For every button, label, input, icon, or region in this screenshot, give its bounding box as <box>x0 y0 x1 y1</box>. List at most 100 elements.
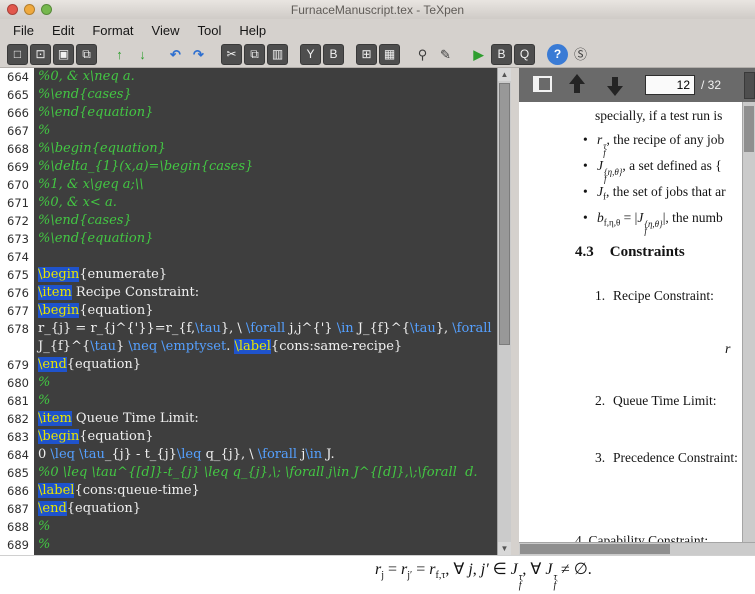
bold-button[interactable]: B <box>323 44 344 65</box>
compile-run-button[interactable]: ▶ <box>468 44 489 65</box>
scroll-down-icon[interactable]: ▼ <box>498 542 511 555</box>
editor-line[interactable]: 681% <box>0 392 497 410</box>
code-text[interactable]: %\begin{equation} <box>34 140 497 158</box>
sidebar-toggle-button[interactable] <box>527 73 553 97</box>
code-text[interactable]: \begin{enumerate} <box>34 266 497 284</box>
code-text[interactable]: \label{cons:queue-time} <box>34 482 497 500</box>
preview-vertical-scrollbar[interactable] <box>742 102 755 542</box>
editor-line[interactable]: 685%0 \leq \tau^{[d]}-t_{j} \leq q_{j},\… <box>0 464 497 482</box>
editor-line[interactable]: 678r_{j} = r_{j^{'}}=r_{f,\tau}, \ \fora… <box>0 320 497 356</box>
editor-line[interactable]: 687\end{equation} <box>0 500 497 518</box>
about-button[interactable]: Ⓢ <box>570 44 591 65</box>
editor-line[interactable]: 672%\end{cases} <box>0 212 497 230</box>
equation-fragment: r <box>725 342 730 358</box>
editor-line[interactable]: 675\begin{enumerate} <box>0 266 497 284</box>
scroll-up-icon[interactable]: ▲ <box>498 68 511 81</box>
editor-scrollbar[interactable]: ▲ ▼ <box>497 68 511 555</box>
editor-line[interactable]: 686\label{cons:queue-time} <box>0 482 497 500</box>
menu-edit[interactable]: Edit <box>43 21 83 40</box>
editor-line[interactable]: 682\item Queue Time Limit: <box>0 410 497 428</box>
editor-line[interactable]: 669%\delta_{1}(x,a)=\begin{cases} <box>0 158 497 176</box>
menu-file[interactable]: File <box>4 21 43 40</box>
maximize-button[interactable] <box>41 4 52 15</box>
editor-line[interactable]: 674 <box>0 248 497 266</box>
editor-line[interactable]: 679\end{equation} <box>0 356 497 374</box>
code-text[interactable]: 0 \leq \tau_{j} - t_{j}\leq q_{j}, \ \fo… <box>34 446 497 464</box>
editor-line[interactable]: 688% <box>0 518 497 536</box>
paste-button[interactable]: ▥ <box>267 44 288 65</box>
undo-button[interactable]: ↶ <box>165 44 186 65</box>
code-text[interactable]: % <box>34 518 497 536</box>
nav-back-button[interactable]: ↑ <box>109 44 130 65</box>
menu-format[interactable]: Format <box>83 21 142 40</box>
editor-line[interactable]: 683\begin{equation} <box>0 428 497 446</box>
cut-button[interactable]: ✂ <box>221 44 242 65</box>
preview-horizontal-scrollbar-thumb[interactable] <box>520 544 670 554</box>
help-button[interactable]: ? <box>547 44 568 65</box>
code-text[interactable]: r_{j} = r_{j^{'}}=r_{f,\tau}, \ \forall … <box>34 320 497 356</box>
code-text[interactable]: \end{equation} <box>34 356 497 374</box>
code-text[interactable]: % <box>34 536 497 554</box>
code-text[interactable]: %0, & x\neq a. <box>34 68 497 86</box>
code-text[interactable]: %0, & x< a. <box>34 194 497 212</box>
editor-line[interactable]: 673%\end{equation} <box>0 230 497 248</box>
save-as-button[interactable]: ⧉ <box>76 44 97 65</box>
editor-line[interactable]: 670%1, & x\geq a;\\ <box>0 176 497 194</box>
editor-line[interactable]: 6840 \leq \tau_{j} - t_{j}\leq q_{j}, \ … <box>0 446 497 464</box>
editor-pane[interactable]: 664%0, & x\neq a.665%\end{cases}666%\end… <box>0 68 511 555</box>
save-button[interactable]: ▣ <box>53 44 74 65</box>
copy-button[interactable]: ⧉ <box>244 44 265 65</box>
quick-build-button[interactable]: Q <box>514 44 535 65</box>
minimize-button[interactable] <box>24 4 35 15</box>
code-text[interactable]: \end{equation} <box>34 500 497 518</box>
code-text[interactable]: \item Recipe Constraint: <box>34 284 497 302</box>
clipped-toolbar-button[interactable] <box>744 72 755 99</box>
find-button[interactable]: ⚲ <box>412 44 433 65</box>
next-page-button[interactable] <box>603 72 629 98</box>
menu-tool[interactable]: Tool <box>188 21 230 40</box>
menu-view[interactable]: View <box>143 21 189 40</box>
code-text[interactable]: %\end{cases} <box>34 212 497 230</box>
editor-line[interactable]: 665%\end{cases} <box>0 86 497 104</box>
previous-page-button[interactable] <box>565 72 591 98</box>
code-text[interactable]: \item Queue Time Limit: <box>34 410 497 428</box>
style-y-button[interactable]: Y <box>300 44 321 65</box>
nav-forward-button[interactable]: ↓ <box>132 44 153 65</box>
code-text[interactable]: % <box>34 122 497 140</box>
code-text[interactable]: %\end{cases} <box>34 86 497 104</box>
editor-scrollbar-thumb[interactable] <box>499 83 510 345</box>
preview-vertical-scrollbar-thumb[interactable] <box>744 106 754 152</box>
code-text[interactable]: %1, & x\geq a;\\ <box>34 176 497 194</box>
build-button[interactable]: B <box>491 44 512 65</box>
pane-splitter[interactable] <box>511 68 519 555</box>
editor-line[interactable]: 668%\begin{equation} <box>0 140 497 158</box>
code-text[interactable]: %\end{equation} <box>34 104 497 122</box>
new-file-button[interactable]: □ <box>7 44 28 65</box>
editor-line[interactable]: 666%\end{equation} <box>0 104 497 122</box>
page-number-input[interactable] <box>645 75 695 95</box>
code-text[interactable]: \begin{equation} <box>34 428 497 446</box>
code-text[interactable]: \begin{equation} <box>34 302 497 320</box>
code-text[interactable]: %\delta_{1}(x,a)=\begin{cases} <box>34 158 497 176</box>
find-replace-button[interactable]: ✎ <box>435 44 456 65</box>
code-text[interactable]: %\end{equation} <box>34 230 497 248</box>
code-text[interactable] <box>34 248 497 266</box>
editor-line[interactable]: 664%0, & x\neq a. <box>0 68 497 86</box>
editor-line[interactable]: 671%0, & x< a. <box>0 194 497 212</box>
editor-line[interactable]: 689% <box>0 536 497 554</box>
insert-image-button[interactable]: ▦ <box>379 44 400 65</box>
code-text[interactable]: % <box>34 392 497 410</box>
editor-line[interactable]: 676\item Recipe Constraint: <box>0 284 497 302</box>
insert-table-button[interactable]: ⊞ <box>356 44 377 65</box>
close-button[interactable] <box>7 4 18 15</box>
editor-line[interactable]: 680% <box>0 374 497 392</box>
code-text[interactable]: % <box>34 374 497 392</box>
editor-line[interactable]: 677\begin{equation} <box>0 302 497 320</box>
menu-help[interactable]: Help <box>230 21 275 40</box>
open-file-button[interactable]: ⊡ <box>30 44 51 65</box>
code-text[interactable]: %0 \leq \tau^{[d]}-t_{j} \leq q_{j},\; \… <box>34 464 497 482</box>
redo-button[interactable]: ↷ <box>188 44 209 65</box>
editor-lines[interactable]: 664%0, & x\neq a.665%\end{cases}666%\end… <box>0 68 497 555</box>
preview-horizontal-scrollbar[interactable] <box>519 542 755 555</box>
editor-line[interactable]: 667% <box>0 122 497 140</box>
